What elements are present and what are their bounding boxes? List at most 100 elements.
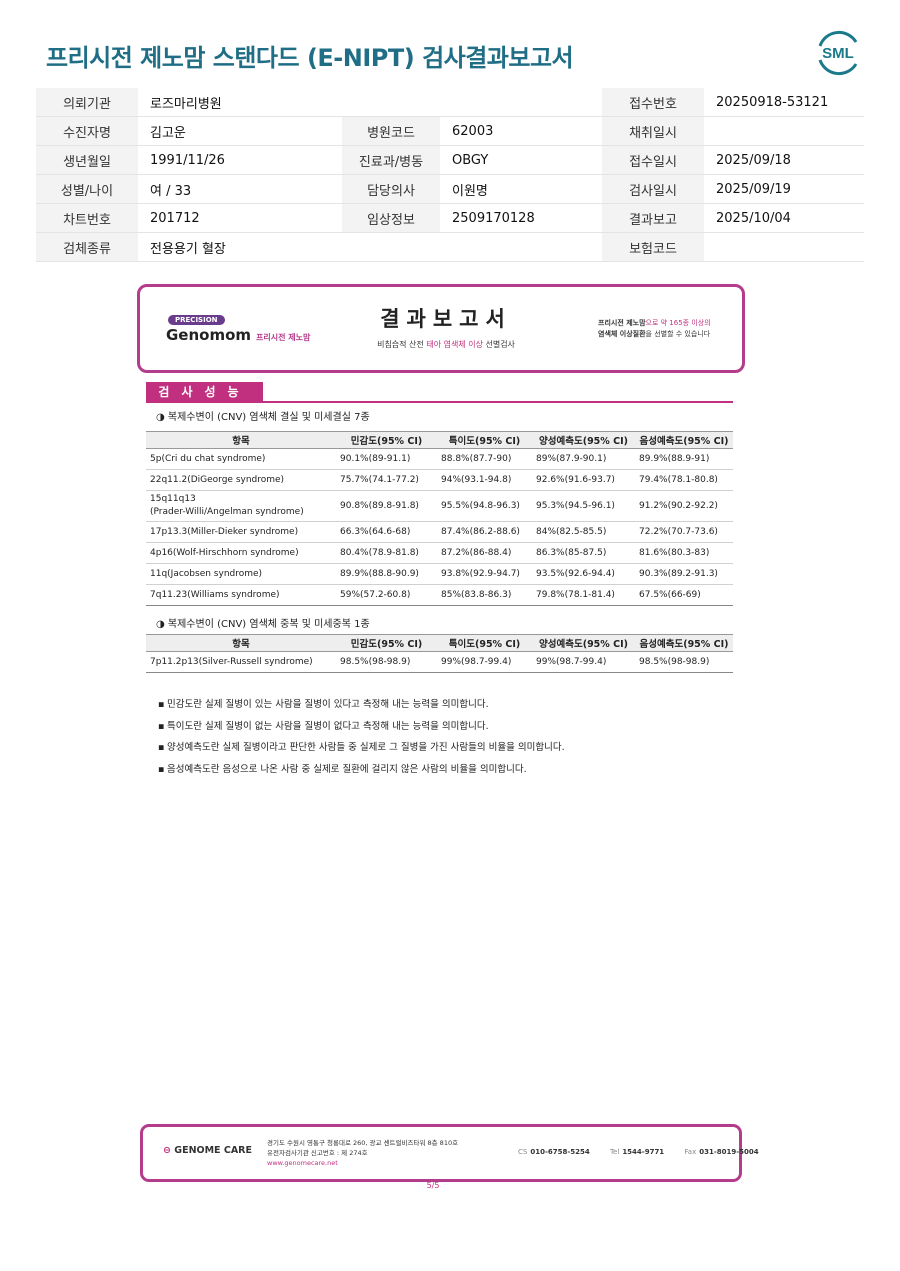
- metric-cell: 88.8%(87.7-90): [437, 448, 532, 470]
- table-header-row: 항목 민감도(95% CI) 특이도(95% CI) 양성예측도(95% CI) 음성예…: [146, 634, 733, 652]
- value-requesting-institution: 로즈마리병원: [138, 88, 602, 117]
- footer-contact: CS 010-6758-5254 Tel 1544-9771 Fax 031-8019…: [518, 1148, 759, 1156]
- row-label: 7q11.23(Williams syndrome): [146, 584, 336, 606]
- note-brand: 프리시전 제노맘: [598, 319, 646, 327]
- metric-cell: 90.8%(89.8-91.8): [336, 490, 437, 522]
- column-header: 음성예측도(95% CI): [635, 431, 733, 449]
- label-collection-date: 채취일시: [602, 116, 704, 146]
- label-specimen-type: 검체종류: [36, 232, 138, 262]
- metric-cell: 93.8%(92.9-94.7): [437, 563, 532, 585]
- table-row: 22q11.2(DiGeorge syndrome) 75.7%(74.1-77.…: [146, 469, 733, 491]
- report-banner: PRECISION Genomom 프리시전 제노맘 결과보고서 비침습적 산전 …: [137, 284, 745, 373]
- metric-cell: 98.5%(98-98.9): [635, 651, 733, 673]
- genomom-logo: Genomom 프리시전 제노맘: [166, 326, 310, 344]
- note-ppv: ▪ 양성예측도란 실제 질병이라고 판단한 사람들 중 실제로 그 질병을 가진 …: [158, 742, 565, 753]
- genome-care-logo: ⊖ GENOME CARE: [163, 1145, 252, 1156]
- section-duplication-heading: ◑ 복제수변이 (CNV) 염색체 중복 및 미세중복 1종: [156, 619, 370, 630]
- note-text: 양성예측도란 실제 질병이라고 판단한 사람들 중 실제로 그 질병을 가진 사…: [167, 742, 565, 753]
- row-label: 4p16(Wolf-Hirschhorn syndrome): [146, 542, 336, 564]
- table-row: 11q(Jacobsen syndrome) 89.9%(88.8-90.9) 93…: [146, 563, 733, 585]
- note-text: 민감도란 실제 질병이 있는 사람을 질병이 있다고 측정해 내는 능력을 의미…: [167, 699, 489, 710]
- table-row: 15q11q13 (Prader-Willi/Angelman syndrome)…: [146, 490, 733, 522]
- column-header: 민감도(95% CI): [336, 634, 437, 652]
- report-subtitle: 비침습적 산전 태아 염색체 이상 선별검사: [336, 339, 556, 350]
- table-row: 17p13.3(Miller-Dieker syndrome) 66.3%(64.…: [146, 521, 733, 543]
- label-receipt-number: 접수번호: [602, 88, 704, 117]
- duplication-performance-table: 항목 민감도(95% CI) 특이도(95% CI) 양성예측도(95% CI) 음성예…: [146, 634, 733, 673]
- note-text: 음성예측도란 음성으로 나온 사람 중 실제로 질환에 걸리지 않은 사람의 비…: [167, 763, 527, 775]
- metric-cell: 93.5%(92.6-94.4): [532, 563, 635, 585]
- metric-cell: 86.3%(85-87.5): [532, 542, 635, 564]
- performance-divider: [146, 401, 733, 403]
- column-header: 특이도(95% CI): [437, 431, 532, 449]
- genome-care-icon: ⊖: [163, 1145, 171, 1156]
- row-label-line: 15q11q13: [150, 494, 196, 504]
- deletion-performance-table: 항목 민감도(95% CI) 특이도(95% CI) 양성예측도(95% CI) 음성예…: [146, 431, 733, 606]
- footer-banner: ⊖ GENOME CARE 경기도 수원시 영통구 청룡대로 260, 광교 센…: [140, 1124, 759, 1182]
- metric-cell: 91.2%(90.2-92.2): [635, 490, 733, 522]
- row-label-line: (Prader-Willi/Angelman syndrome): [150, 507, 304, 517]
- note-text: 특이도란 실제 질병이 없는 사람을 질병이 없다고 측정해 내는 능력을 의미…: [167, 720, 489, 732]
- footer-address: 경기도 수원시 영통구 청룡대로 260, 광교 센트럴비즈타워 8층 810호…: [267, 1138, 458, 1168]
- metric-cell: 95.3%(94.5-96.1): [532, 490, 635, 522]
- label-report-date: 결과보고: [602, 203, 704, 233]
- metric-cell: 79.8%(78.1-81.4): [532, 584, 635, 606]
- metric-cell: 81.6%(80.3-83): [635, 542, 733, 564]
- label-test-date: 검사일시: [602, 174, 704, 204]
- table-row: 5p(Cri du chat syndrome) 90.1%(89-91.1) 88…: [146, 448, 733, 470]
- report-banner-note: 프리시전 제노맘으로 약 165종 이상의 염색체 이상질환을 선별할 수 있습…: [598, 318, 711, 340]
- website-link[interactable]: www.genomecare.net: [267, 1158, 458, 1168]
- label-patient-name: 수진자명: [36, 116, 138, 146]
- metric-cell: 99%(98.7-99.4): [437, 651, 532, 673]
- column-header: 민감도(95% CI): [336, 431, 437, 449]
- value-department: OBGY: [440, 145, 602, 175]
- page-title: 프리시전 제노맘 스탠다드 (E-NIPT) 검사결과보고서: [46, 44, 574, 72]
- metric-cell: 94%(93.1-94.8): [437, 469, 532, 491]
- genomom-brand-kr: 프리시전 제노맘: [256, 333, 311, 342]
- column-header: 항목: [146, 634, 336, 652]
- tel-label: Tel: [609, 1148, 620, 1156]
- note-sensitivity: ▪ 민감도란 실제 질병이 있는 사람을 질병이 있다고 측정해 내는 능력을 의…: [158, 699, 489, 710]
- note-tail: 을 선별할 수 있습니다: [645, 330, 711, 338]
- note-npv: ▪ 음성예측도란 음성으로 나온 사람 중 실제로 질환에 걸리지 않은 사람의 …: [158, 763, 527, 775]
- label-department: 진료과/병동: [342, 145, 440, 175]
- metric-cell: 84%(82.5-85.5): [532, 521, 635, 543]
- label-sex-age: 성별/나이: [36, 174, 138, 204]
- row-label: 22q11.2(DiGeorge syndrome): [146, 469, 336, 491]
- label-clinical-info: 임상정보: [342, 203, 440, 233]
- note-specificity: ▪ 특이도란 실제 질병이 없는 사람을 질병이 없다고 측정해 내는 능력을 의…: [158, 720, 489, 732]
- address-line: 경기도 수원시 영통구 청룡대로 260, 광교 센트럴비즈타워 8층 810호: [267, 1139, 459, 1147]
- row-label: 11q(Jacobsen syndrome): [146, 563, 336, 585]
- metric-cell: 79.4%(78.1-80.8): [635, 469, 733, 491]
- metric-cell: 98.5%(98-98.9): [336, 651, 437, 673]
- value-patient-name: 김고운: [138, 116, 342, 146]
- table-row: 7q11.23(Williams syndrome) 59%(57.2-60.8)…: [146, 584, 733, 606]
- label-chart-number: 차트번호: [36, 203, 138, 233]
- subtitle-pre: 비침습적 산전: [377, 340, 427, 349]
- column-header: 항목: [146, 431, 336, 449]
- metric-cell: 59%(57.2-60.8): [336, 584, 437, 606]
- column-header: 양성예측도(95% CI): [532, 431, 635, 449]
- row-label: 5p(Cri du chat syndrome): [146, 448, 336, 470]
- metric-cell: 90.1%(89-91.1): [336, 448, 437, 470]
- subtitle-highlight: 태아 염색체 이상: [426, 340, 483, 349]
- metric-cell: 66.3%(64.6-68): [336, 521, 437, 543]
- metric-cell: 95.5%(94.8-96.3): [437, 490, 532, 522]
- value-insurance-code: [704, 232, 864, 262]
- row-label: 15q11q13 (Prader-Willi/Angelman syndrome): [146, 490, 336, 522]
- patient-info-table: 의뢰기관 로즈마리병원 접수번호 20250918-53121 수진자명 김고운…: [36, 88, 864, 262]
- value-birth-date: 1991/11/26: [138, 145, 342, 175]
- performance-heading: 검사성능: [146, 382, 263, 402]
- column-header: 양성예측도(95% CI): [532, 634, 635, 652]
- metric-cell: 89%(87.9-90.1): [532, 448, 635, 470]
- cs-number: 010-6758-5254: [530, 1148, 590, 1156]
- value-collection-date: [704, 116, 864, 146]
- note-disease: 염색체 이상질환: [598, 330, 646, 338]
- value-chart-number: 201712: [138, 203, 342, 233]
- report-title: 결과보고서: [380, 307, 512, 331]
- table-row: 7p11.2p13(Silver-Russell syndrome) 98.5%(…: [146, 651, 733, 673]
- column-header: 음성예측도(95% CI): [635, 634, 733, 652]
- value-receipt-date: 2025/09/18: [704, 145, 864, 175]
- fax-label: Fax: [684, 1148, 697, 1156]
- column-header: 특이도(95% CI): [437, 634, 532, 652]
